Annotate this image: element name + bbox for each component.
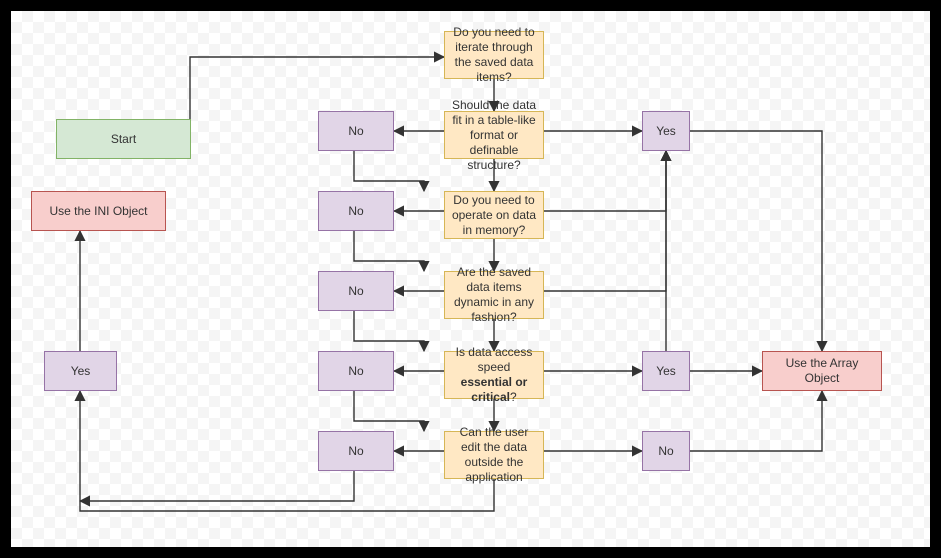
q5-label: Is data access speed essential or critic… <box>451 345 537 405</box>
q3-no: No <box>318 271 394 311</box>
q5-yes: Yes <box>642 351 690 391</box>
result-array: Use the Array Object <box>762 351 882 391</box>
q-dynamic: Are the saved data items dynamic in any … <box>444 271 544 319</box>
result-ini: Use the INI Object <box>31 191 166 231</box>
q-speed: Is data access speed essential or critic… <box>444 351 544 399</box>
start-node: Start <box>56 119 191 159</box>
q5-no: No <box>318 431 394 471</box>
q-memory: Do you need to operate on data in memory… <box>444 191 544 239</box>
q1-no: No <box>318 111 394 151</box>
q6-no: No <box>642 431 690 471</box>
q-iterate: Do you need to iterate through the saved… <box>444 31 544 79</box>
q1-yes: Yes <box>642 111 690 151</box>
yes-final-left: Yes <box>44 351 117 391</box>
q2-no: No <box>318 191 394 231</box>
flowchart-frame: Start Use the INI Object Yes Do you need… <box>0 0 941 558</box>
q-table-like: Should the data fit in a table-like form… <box>444 111 544 159</box>
q4-no: No <box>318 351 394 391</box>
q-user-edit: Can the user edit the data outside the a… <box>444 431 544 479</box>
